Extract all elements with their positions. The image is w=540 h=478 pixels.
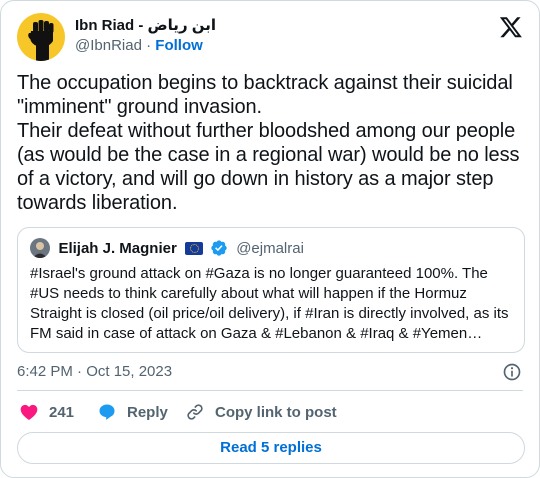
post-header: Ibn Riad - ابن رياض @IbnRiad · Follow (17, 13, 523, 61)
verified-badge-icon (211, 240, 227, 256)
link-icon (187, 404, 203, 420)
quoted-post-text: #Israel's ground attack on #Gaza is no l… (30, 265, 509, 342)
quoted-author-name: Elijah J. Magnier (58, 239, 177, 257)
author-handle-row: @IbnRiad · Follow (75, 36, 216, 56)
x-logo-icon[interactable] (499, 15, 523, 39)
quoted-author-avatar (30, 238, 50, 258)
author-handle[interactable]: @IbnRiad (75, 37, 142, 54)
quoted-post[interactable]: Elijah J. Magnier @ejmalrai #Israel's gr… (17, 227, 525, 353)
embedded-post-card: Ibn Riad - ابن رياض @IbnRiad · Follow Th… (0, 0, 540, 478)
quoted-post-header: Elijah J. Magnier @ejmalrai (30, 238, 304, 258)
copy-link-label: Copy link to post (215, 403, 337, 421)
author-display-name[interactable]: Ibn Riad - ابن رياض (75, 16, 216, 36)
heart-icon (20, 404, 38, 420)
action-bar: 241 Reply Copy link to post (17, 401, 523, 423)
reply-button[interactable]: Reply (97, 401, 168, 423)
author-avatar[interactable] (17, 13, 65, 61)
quoted-author-handle: @ejmalrai (236, 239, 304, 257)
reply-bubble-icon (99, 404, 115, 420)
follow-button[interactable]: Follow (155, 37, 203, 54)
info-icon[interactable] (502, 362, 522, 382)
like-count: 241 (49, 403, 75, 421)
post-timestamp[interactable]: 6:42 PM · Oct 15, 2023 (17, 362, 172, 382)
eu-flag-icon (185, 241, 204, 255)
reply-label: Reply (127, 403, 168, 421)
like-button[interactable]: 241 (19, 401, 74, 423)
post-text: The occupation begins to backtrack again… (17, 72, 520, 214)
raised-fist-icon (28, 20, 54, 61)
copy-link-button[interactable]: Copy link to post (185, 401, 337, 423)
separator-dot: · (146, 37, 152, 54)
divider (17, 390, 523, 391)
read-replies-button[interactable]: Read 5 replies (17, 432, 525, 464)
author-names: Ibn Riad - ابن رياض @IbnRiad · Follow (75, 16, 216, 56)
